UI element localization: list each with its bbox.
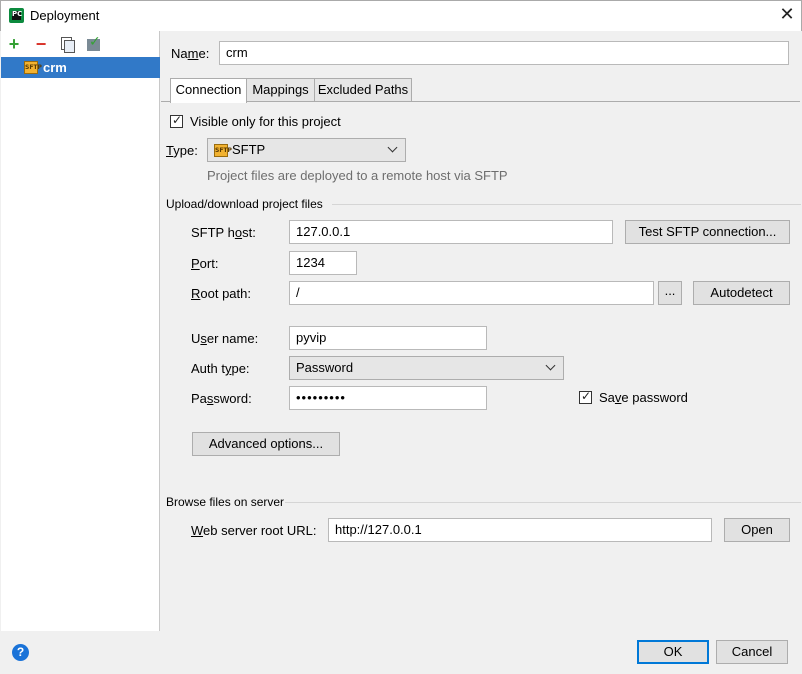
chevron-down-icon — [387, 144, 399, 156]
save-password-label: Save password — [599, 390, 688, 405]
title-bar — [0, 0, 802, 31]
sftp-host-label: SFTP host: — [191, 225, 256, 240]
sftp-type-icon: SFTP — [214, 144, 232, 157]
window-title: Deployment — [30, 8, 100, 23]
user-name-input[interactable]: pyvip — [289, 326, 487, 350]
test-sftp-connection-button[interactable]: Test SFTP connection... — [625, 220, 790, 244]
web-server-root-url-input[interactable]: http://127.0.0.1 — [328, 518, 712, 542]
type-select[interactable]: SFTP SFTP — [207, 138, 406, 162]
tab-excluded-paths[interactable]: Excluded Paths — [314, 78, 412, 102]
server-list-item-crm[interactable]: SFTP crm — [1, 57, 160, 78]
chevron-down-icon — [545, 362, 557, 374]
port-input[interactable]: 1234 — [289, 251, 357, 275]
user-name-label: User name: — [191, 331, 259, 346]
server-list-item-label: crm — [43, 60, 67, 75]
help-icon[interactable]: ? — [12, 644, 29, 661]
sftp-server-icon: SFTP — [24, 61, 42, 74]
auth-type-value: Password — [296, 360, 354, 375]
close-window-button[interactable]: ✕ — [776, 3, 798, 25]
tab-connection[interactable]: Connection — [170, 78, 247, 103]
footer-divider — [161, 631, 801, 632]
sftp-host-input[interactable]: 127.0.0.1 — [289, 220, 613, 244]
open-button[interactable]: Open — [724, 518, 790, 542]
add-server-button[interactable]: + — [6, 35, 22, 53]
upload-section-title: Upload/download project files — [166, 197, 323, 211]
auth-type-select[interactable]: Password — [289, 356, 564, 380]
pycharm-app-icon: PC — [9, 8, 24, 23]
type-hint: Project files are deployed to a remote h… — [207, 168, 508, 183]
visible-only-label: Visible only for this project — [190, 114, 341, 129]
ok-button[interactable]: OK — [637, 640, 709, 664]
autodetect-button[interactable]: Autodetect — [693, 281, 790, 305]
type-select-value: SFTP — [232, 142, 266, 157]
browse-section-title: Browse files on server — [166, 495, 285, 509]
password-input[interactable]: ••••••••• — [289, 386, 487, 410]
root-path-label: Root path: — [191, 286, 251, 301]
web-server-root-url-label: Web server root URL: — [191, 523, 317, 538]
upload-section-divider — [332, 204, 801, 205]
password-label: Password: — [191, 391, 252, 406]
visible-only-checkbox[interactable] — [170, 113, 183, 128]
use-as-default-button[interactable] — [86, 33, 102, 52]
cancel-button[interactable]: Cancel — [716, 640, 788, 664]
tab-mappings[interactable]: Mappings — [246, 78, 315, 102]
port-label: Port: — [191, 256, 219, 271]
save-password-checkbox[interactable] — [579, 389, 592, 404]
type-label: Type: — [166, 143, 198, 158]
remove-server-button[interactable]: − — [33, 35, 49, 53]
advanced-options-button[interactable]: Advanced options... — [192, 432, 340, 456]
server-list-panel — [1, 31, 160, 631]
browse-section-divider — [285, 502, 801, 503]
auth-type-label: Auth type: — [191, 361, 250, 376]
name-input[interactable]: crm — [219, 41, 789, 65]
name-label: Name: — [171, 46, 210, 61]
browse-root-path-button[interactable]: ... — [658, 281, 682, 305]
root-path-input[interactable]: / — [289, 281, 654, 305]
copy-server-button[interactable] — [59, 36, 75, 53]
